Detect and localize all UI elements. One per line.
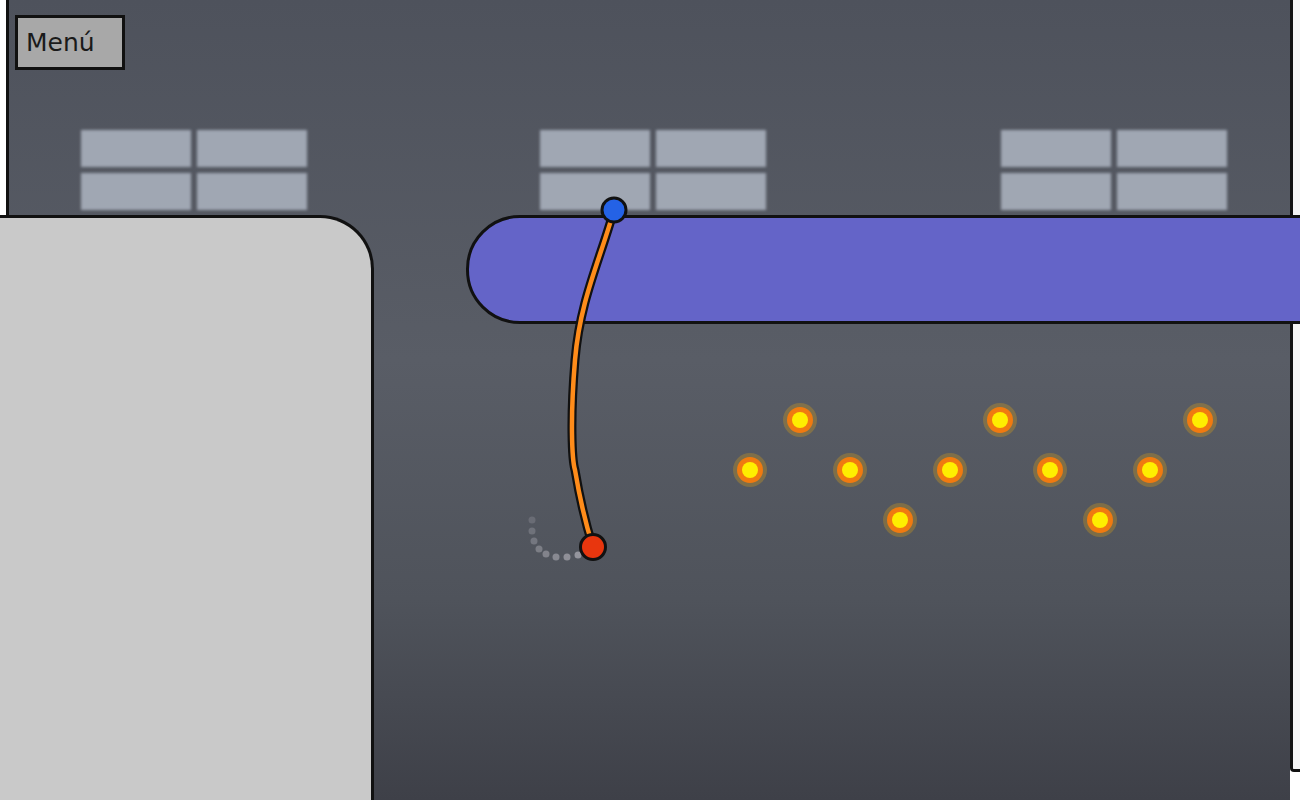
coin-icon bbox=[1083, 503, 1117, 537]
background-window bbox=[540, 130, 766, 210]
coin-icon bbox=[1133, 453, 1167, 487]
trail-dot bbox=[531, 538, 538, 545]
trail-dot bbox=[529, 517, 536, 524]
left-ledge bbox=[0, 215, 374, 800]
coin-icon bbox=[883, 503, 917, 537]
coin-icon bbox=[733, 453, 767, 487]
game-objects[interactable] bbox=[0, 0, 1300, 800]
menu-button[interactable]: Menú bbox=[15, 15, 125, 70]
right-wall bbox=[1290, 0, 1300, 772]
trail-dot bbox=[529, 528, 536, 535]
trail-dot bbox=[553, 554, 560, 561]
trail-dot bbox=[543, 551, 550, 558]
coin-icon bbox=[1183, 403, 1217, 437]
background-window bbox=[81, 130, 307, 210]
trail-dot bbox=[564, 554, 571, 561]
game-scene[interactable]: Menú bbox=[0, 0, 1300, 800]
coin-icon bbox=[833, 453, 867, 487]
ball-icon[interactable] bbox=[581, 535, 606, 560]
coin-icon bbox=[933, 453, 967, 487]
anchor-icon[interactable] bbox=[602, 198, 626, 222]
coin-icon bbox=[983, 403, 1017, 437]
rope[interactable] bbox=[572, 210, 614, 547]
background-window bbox=[1001, 130, 1227, 210]
trail-dot bbox=[536, 546, 543, 553]
coin-icon bbox=[783, 403, 817, 437]
coin-icon bbox=[1033, 453, 1067, 487]
